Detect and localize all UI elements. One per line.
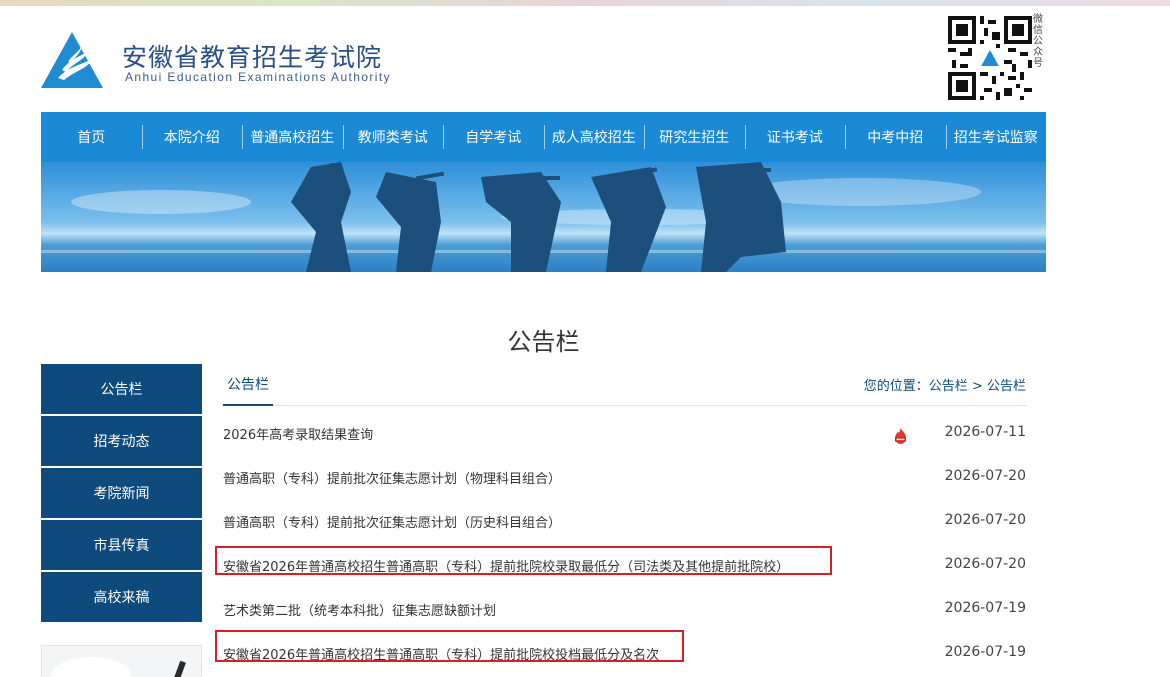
qr-label: 微信公众号: [1033, 14, 1043, 69]
list-item-title[interactable]: 普通高职（专科）提前批次征集志愿计划（历史科目组合）: [223, 512, 561, 531]
breadcrumb-link-level2[interactable]: 公告栏: [987, 379, 1026, 394]
list-item: 安徽省2026年普通高校招生普通高职（专科）提前批院校录取最低分（司法类及其他提…: [223, 543, 1026, 587]
site-subtitle: Anhui Education Examinations Authority: [125, 70, 391, 84]
nav-teacher-exam[interactable]: 教师类考试: [342, 112, 444, 162]
breadcrumb-separator: >: [967, 379, 987, 394]
sidebar-item-university-contributions[interactable]: 高校来稿: [41, 572, 202, 622]
list-item: 普通高职（专科）提前批次征集志愿计划（物理科目组合） 2026-07-20: [223, 455, 1026, 499]
sidebar-item-exam-news[interactable]: 招考动态: [41, 416, 202, 466]
list-item-title[interactable]: 安徽省2026年普通高校招生普通高职（专科）提前批院校录取最低分（司法类及其他提…: [223, 556, 789, 575]
content-tabbar: 公告栏 您的位置：公告栏 > 公告栏: [223, 366, 1026, 406]
list-item: 艺术类第二批（统考本科批）征集志愿缺额计划 2026-07-19: [223, 587, 1026, 631]
banner-image: [41, 162, 1046, 272]
list-item-title[interactable]: 艺术类第二批（统考本科批）征集志愿缺额计划: [223, 600, 496, 619]
sidebar-promo-image[interactable]: [41, 645, 202, 677]
list-item: 安徽省2026年普通高校招生普通高职（专科）提前批院校投档最低分及名次 2026…: [223, 631, 1026, 675]
sidebar-item-city-county-fax[interactable]: 市县传真: [41, 520, 202, 570]
list-item: 2026年高考录取结果查询 2026-07-11: [223, 411, 1026, 455]
breadcrumb: 您的位置：公告栏 > 公告栏: [864, 375, 1026, 394]
nav-exam-supervision[interactable]: 招生考试监察: [945, 112, 1047, 162]
logo-icon[interactable]: [40, 30, 105, 90]
nav-general-admission[interactable]: 普通高校招生: [242, 112, 343, 162]
main-nav: 首页 本院介绍 普通高校招生 教师类考试 自学考试 成人高校招生 研究生招生 证…: [41, 112, 1046, 162]
list-item: 普通高职（专科）提前批次征集志愿计划（历史科目组合） 2026-07-20: [223, 499, 1026, 543]
list-item-date: 2026-07-19: [944, 600, 1026, 616]
site-title: 安徽省教育招生考试院: [122, 43, 383, 72]
breadcrumb-link-level1[interactable]: 公告栏: [929, 379, 968, 394]
sidebar-menu: 公告栏 招考动态 考院新闻 市县传真 高校来稿: [41, 364, 202, 624]
nav-middle-school-exam[interactable]: 中考中招: [845, 112, 946, 162]
list-item-title[interactable]: 普通高职（专科）提前批次征集志愿计划（物理科目组合）: [223, 468, 561, 487]
breadcrumb-prefix: 您的位置：: [863, 379, 929, 394]
nav-home[interactable]: 首页: [41, 112, 142, 162]
sidebar-item-bulletin[interactable]: 公告栏: [41, 364, 202, 414]
nav-adult-admission[interactable]: 成人高校招生: [543, 112, 645, 162]
sidebar-item-authority-news[interactable]: 考院新闻: [41, 468, 202, 518]
list-item-date: 2026-07-20: [944, 468, 1026, 484]
list-item-title[interactable]: 2026年高考录取结果查询: [223, 424, 373, 443]
list-item-title[interactable]: 安徽省2026年普通高校招生普通高职（专科）提前批院校投档最低分及名次: [223, 644, 659, 663]
list-item-date: 2026-07-20: [944, 512, 1026, 528]
nav-about[interactable]: 本院介绍: [141, 112, 243, 162]
nav-graduate-admission[interactable]: 研究生招生: [644, 112, 745, 162]
list-item-date: 2026-07-11: [944, 424, 1026, 440]
top-color-strip: [0, 0, 1170, 6]
list-item-date: 2026-07-20: [944, 556, 1026, 572]
list-item-date: 2026-07-19: [944, 644, 1026, 660]
tab-bulletin[interactable]: 公告栏: [223, 366, 273, 406]
nav-certificate-exam[interactable]: 证书考试: [744, 112, 846, 162]
nav-self-study-exam[interactable]: 自学考试: [443, 112, 544, 162]
notice-list: 2026年高考录取结果查询 2026-07-11 普通高职（专科）提前批次征集志…: [223, 411, 1026, 675]
page-title: 公告栏: [507, 328, 580, 356]
hot-flame-icon: [895, 428, 906, 444]
qr-code-icon: [948, 16, 1032, 100]
